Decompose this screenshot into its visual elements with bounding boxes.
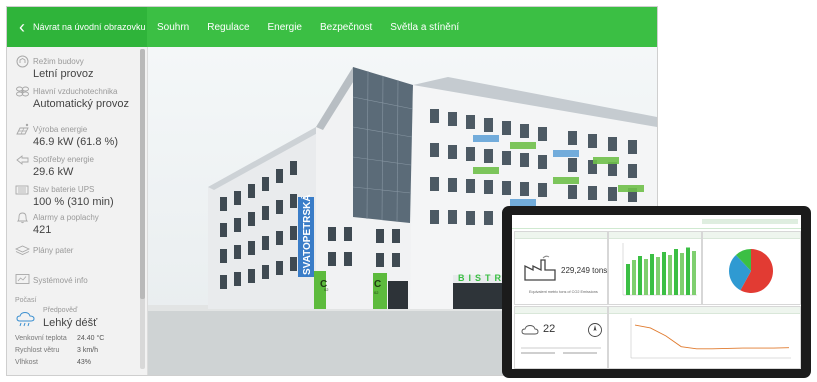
panel-header [609,232,701,239]
panel-header [515,307,607,314]
power-quality-line [634,324,790,350]
energy-bar [692,251,696,295]
weather-row-value: 43% [77,359,92,366]
energy-bar [626,264,630,295]
weather-condition: Lehký déšť [43,317,98,329]
door-label-left-sub: 02 [324,287,329,292]
weather-row-temperature: Venkovní teplota 24.40 °C [15,335,135,342]
energy-pie-chart [729,249,773,293]
cloud-icon [521,325,539,335]
rain-cloud-icon [16,311,35,327]
weather-row-label: Vlhkost [15,359,38,366]
sidebar-item-label: Stav baterie UPS [33,185,95,194]
panel-header [703,232,800,239]
tab-souhrn[interactable]: Souhrn [157,22,189,33]
weather-row-label: Rychlost větru [15,347,60,354]
bell-icon [16,212,29,224]
energy-bar [662,252,666,295]
energy-bar [656,257,660,295]
tablet-temperature: 22 [543,323,556,335]
forecast-label: Předpověď [43,307,78,314]
weather-detail-line [521,352,555,354]
tablet-device: 229,249 tons Equivalent metric tons of C… [502,206,811,378]
building-vertical-sign: SVATOPETRSKÁ [300,194,313,275]
weather-detail-line [563,352,597,354]
sidebar: Režim budovy Letní provoz Hlavní vzducho… [7,47,148,375]
sidebar-item-label: Alarmy a poplachy [33,213,99,222]
energy-bar-chart [622,243,697,296]
weather-row-value: 24.40 °C [77,335,105,342]
energy-bar [650,254,654,295]
weather-divider [521,347,601,349]
sidebar-item-value: 421 [33,224,52,236]
tablet-panel-power-quality [608,306,801,369]
tab-bezpecnost[interactable]: Bezpečnost [320,22,372,33]
chevron-left-icon: ‹ [19,16,25,37]
energy-bar [638,256,642,295]
weather-row-humidity: Vlhkost 43% [15,359,135,366]
panel-header [515,232,607,239]
energy-bar [644,259,648,295]
energy-bar [680,253,684,295]
tab-svetla-a-stineni[interactable]: Světla a stínění [390,22,459,33]
energy-bar [632,260,636,295]
sidebar-item-value: 46.9 kW (61.8 %) [33,136,118,148]
tablet-panel-co2: 229,249 tons Equivalent metric tons of C… [514,231,608,305]
energy-bar [668,255,672,295]
compass-icon [588,323,602,337]
sidebar-item-label: Systémové info [33,276,88,285]
tab-energie[interactable]: Energie [268,22,302,33]
sidebar-item-label: Plány pater [33,246,74,255]
top-navigation-bar: ‹ Návrat na úvodní obrazovku Souhrn Regu… [7,7,657,47]
back-to-home-label: Návrat na úvodní obrazovku [33,22,146,32]
fan-icon [16,86,29,97]
energy-bar [674,249,678,295]
sidebar-item-value: 100 % (310 min) [33,196,114,208]
solar-panel-icon [16,123,29,135]
sidebar-item-label: Režim budovy [33,57,84,66]
weather-row-wind: Rychlost větru 3 km/h [15,347,135,354]
battery-ups-icon [15,185,29,195]
sidebar-item-value: 29.6 kW [33,166,74,178]
sidebar-item-label: Hlavní vzduchotechnika [33,87,118,96]
tablet-panel-energy-breakdown [702,231,801,305]
tablet-nav-strip [702,219,798,224]
energy-consumption-icon [16,155,29,165]
power-quality-line-chart [630,318,791,359]
main-tabs: Souhrn Regulace Energie Bezpečnost Světl… [157,7,459,47]
sidebar-item-label: Spotřeby energie [33,155,94,164]
sidebar-scrollbar[interactable] [140,49,145,369]
floor-plans-icon [15,245,30,255]
back-to-home-button[interactable]: ‹ Návrat na úvodní obrazovku [7,7,147,47]
system-info-icon [15,274,30,284]
tablet-panel-energy-usage [608,231,702,305]
co2-kpi-value: 229,249 tons [561,266,608,275]
door-label-right: C [374,279,381,290]
co2-kpi-caption: Equivalent metric tons of CO2 Emissions [529,290,598,294]
tablet-panel-weather: 22 [514,306,608,369]
sidebar-item-value: Automatický provoz [33,98,129,110]
sidebar-scrollbar-thumb[interactable] [140,49,145,299]
energy-bar [686,247,690,295]
panel-header [609,307,800,314]
sidebar-item-label: Výroba energie [33,125,88,134]
weather-row-label: Venkovní teplota [15,335,67,342]
weather-row-value: 3 km/h [77,347,99,354]
tab-regulace[interactable]: Regulace [207,22,249,33]
sidebar-item-value: Letní provoz [33,68,94,80]
tablet-dashboard-header [512,215,801,229]
weather-title: Počasí [15,297,37,304]
door-label-right-sub: 02 [374,290,379,295]
building-mode-icon [16,55,29,68]
tablet-screen: 229,249 tons Equivalent metric tons of C… [512,215,801,369]
factory-icon [524,255,556,281]
